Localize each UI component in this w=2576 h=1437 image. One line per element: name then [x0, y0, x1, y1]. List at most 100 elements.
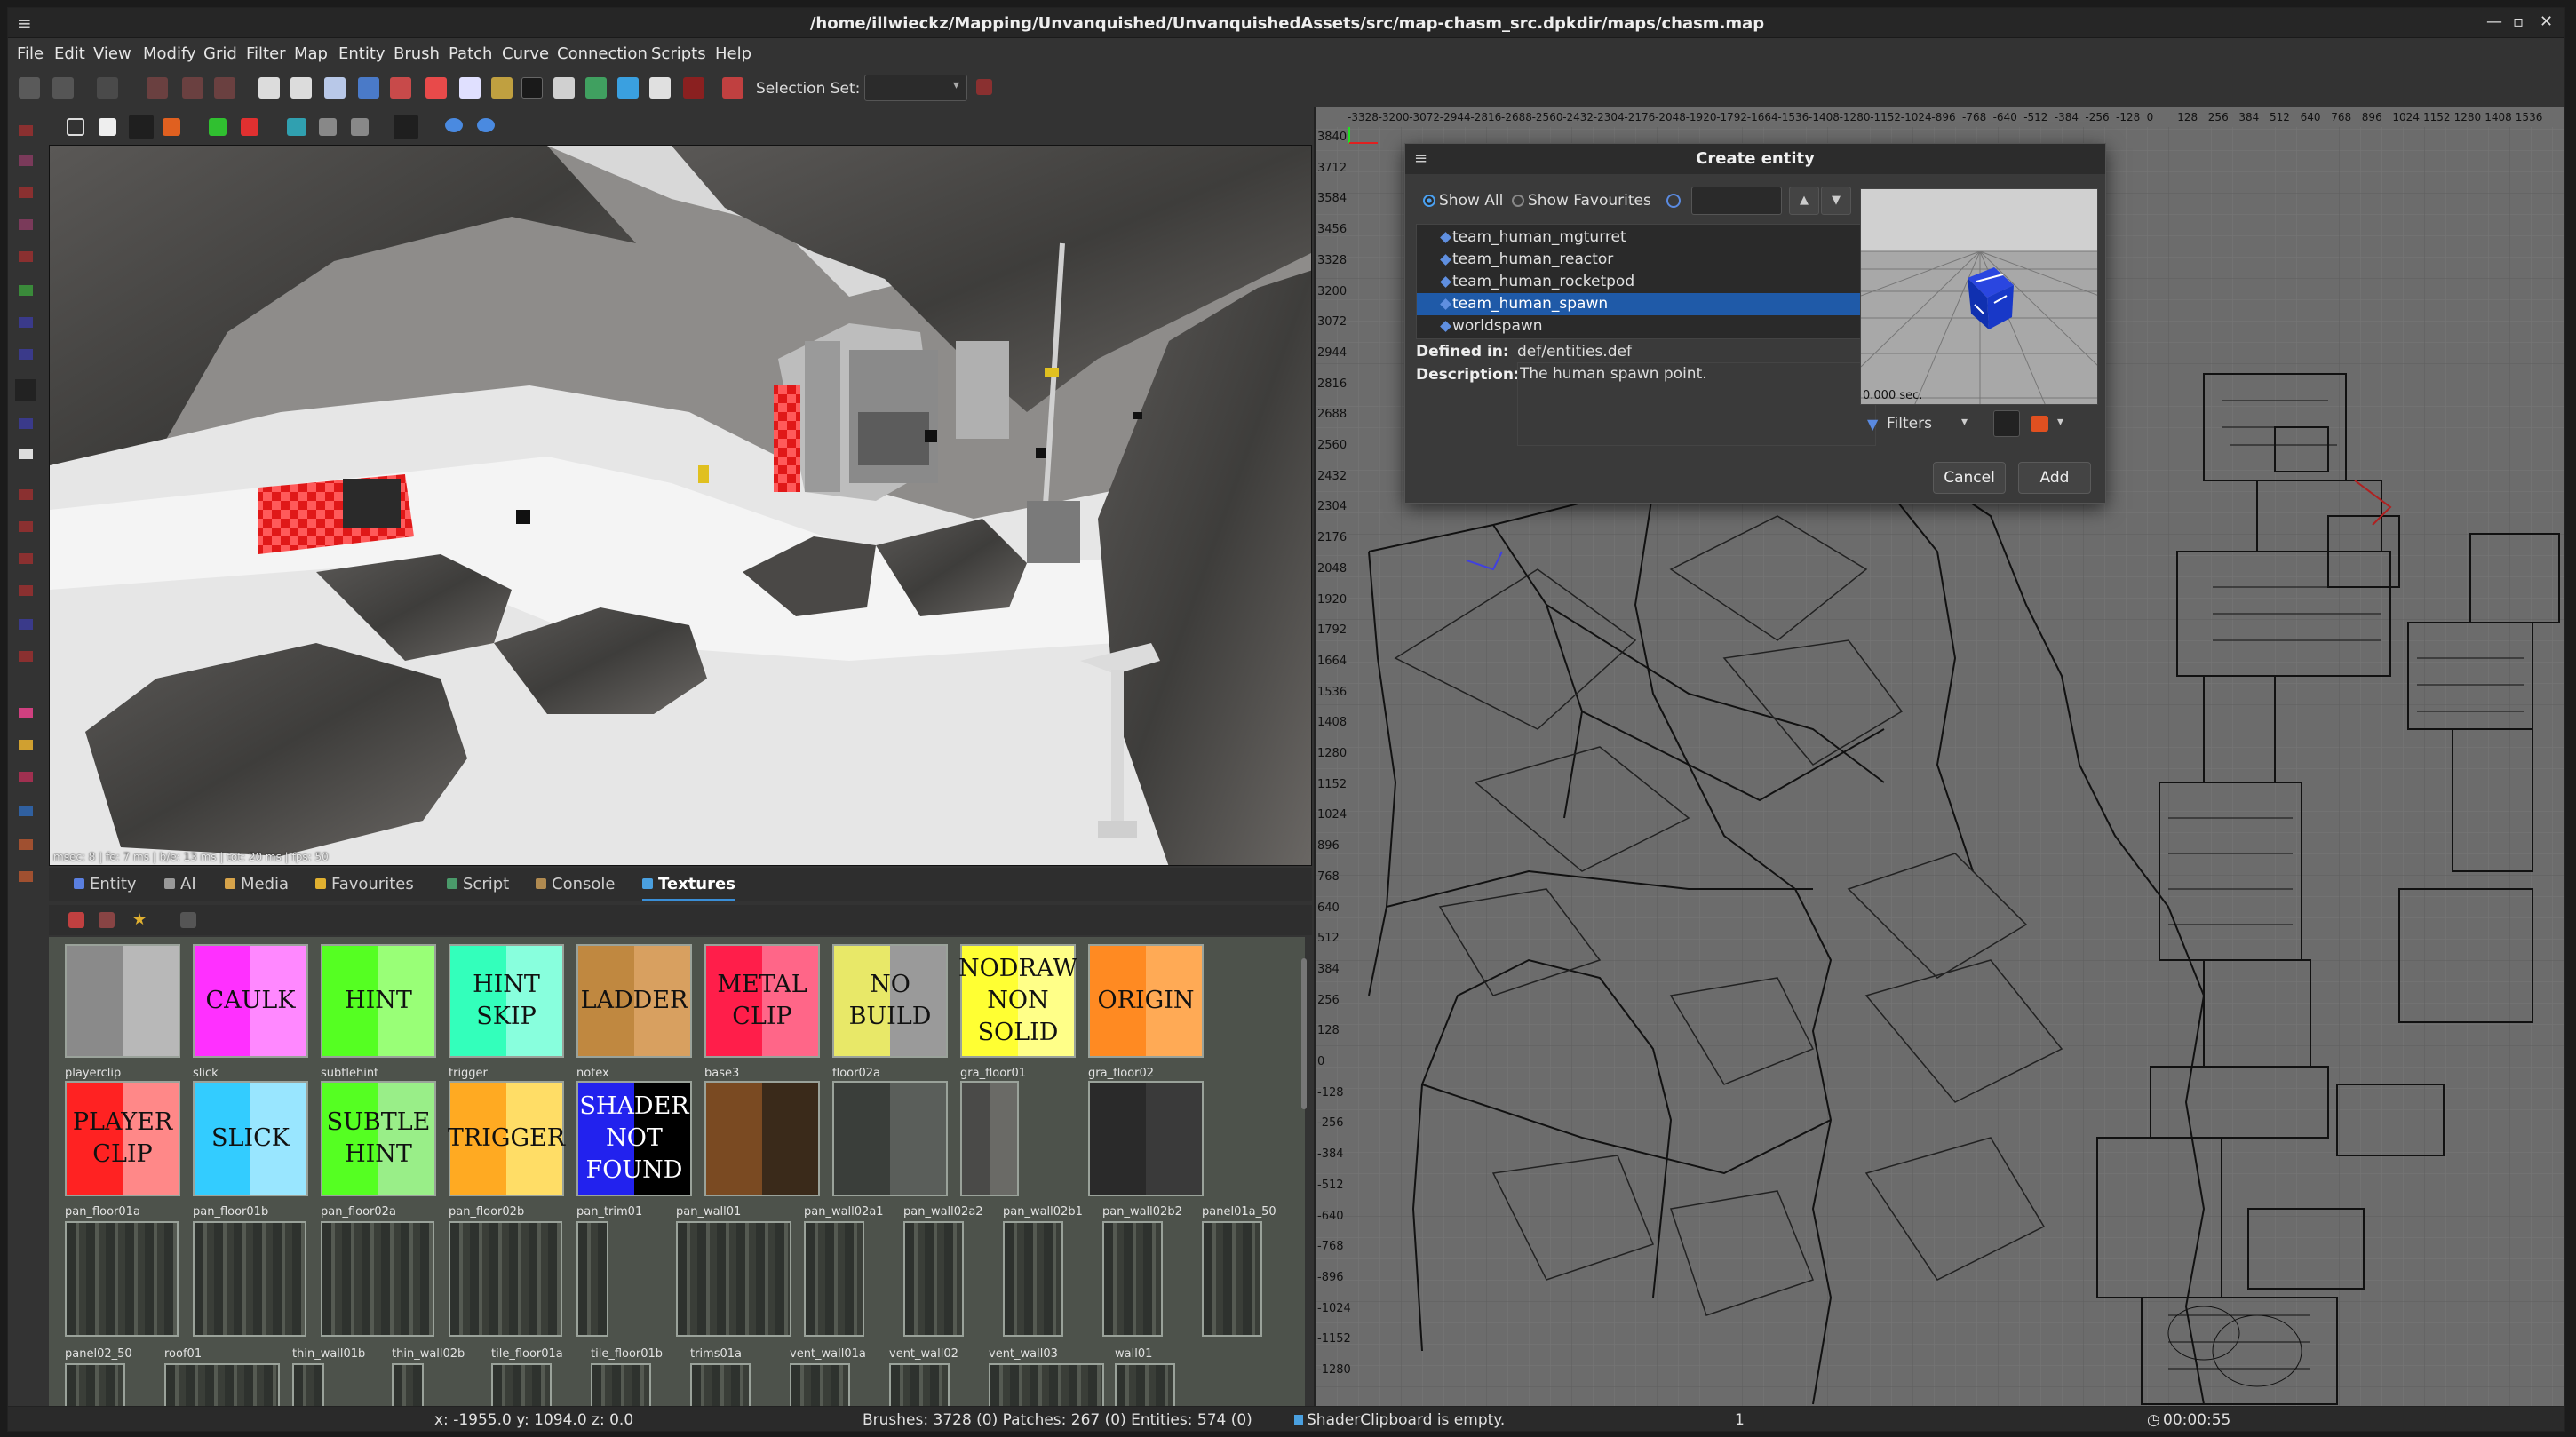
redo-icon[interactable] — [182, 77, 203, 99]
cancel-button[interactable]: Cancel — [1933, 462, 2006, 494]
paste-icon[interactable] — [290, 77, 312, 99]
tab-ai[interactable]: AI — [164, 875, 196, 893]
list-item[interactable]: team_human_rocketpod — [1417, 271, 1875, 293]
play-icon[interactable] — [209, 118, 227, 136]
texture-browser[interactable]: CAULK HINT HINT SKIP LADDER METAL CLIP NO BUI… — [49, 937, 1305, 1411]
filter-entity-icon[interactable] — [99, 118, 116, 136]
texture-tile[interactable] — [690, 1363, 751, 1411]
texture-tile[interactable] — [321, 1221, 434, 1337]
texture-tile[interactable] — [1202, 1221, 1262, 1337]
camera-view[interactable]: msec: 8 | fe: 7 ms | b/e: 13 ms | tot: 2… — [49, 145, 1312, 866]
texture-scrollbar[interactable] — [1301, 958, 1307, 1109]
texture-tile[interactable] — [65, 944, 180, 1058]
texture-view-icon[interactable] — [180, 912, 196, 928]
delete-selection-set-icon[interactable] — [976, 79, 992, 95]
texture-tile[interactable] — [1102, 1221, 1163, 1337]
cubic-clip-icon[interactable] — [683, 77, 704, 99]
search-icon[interactable] — [1666, 194, 1681, 208]
texture-tile[interactable] — [903, 1221, 964, 1337]
list-item[interactable]: team_human_mgturret — [1417, 226, 1875, 249]
hollow-icon[interactable] — [491, 77, 513, 99]
menu-connection[interactable]: Connection — [557, 44, 648, 63]
texture-tile[interactable]: SLICK — [193, 1081, 308, 1196]
texture-tile[interactable] — [591, 1363, 651, 1411]
texture-tile[interactable] — [676, 1221, 791, 1337]
entity-list[interactable]: team_human_mgturret team_human_reactor t… — [1416, 224, 1876, 339]
tab-media[interactable]: Media — [225, 875, 289, 893]
texture-tile[interactable] — [449, 1221, 562, 1337]
camera-icon[interactable] — [521, 77, 543, 99]
list-item[interactable]: worldspawn — [1417, 315, 1875, 337]
minimize-button[interactable]: — — [2486, 12, 2502, 31]
texture-lock-icon[interactable] — [585, 77, 607, 99]
selection-set-combo[interactable]: ▾ — [864, 75, 967, 101]
texture-tile[interactable] — [491, 1363, 552, 1411]
texture-tile[interactable]: METAL CLIP — [704, 944, 820, 1058]
menu-edit[interactable]: Edit — [54, 44, 85, 63]
list-item-selected[interactable]: team_human_spawn — [1417, 293, 1875, 315]
menu-curve[interactable]: Curve — [502, 44, 549, 63]
menu-file[interactable]: File — [17, 44, 44, 63]
import-icon[interactable] — [351, 118, 369, 136]
show-favourites-radio[interactable]: Show Favourites — [1512, 192, 1651, 210]
menu-entity[interactable]: Entity — [338, 44, 386, 63]
menu-filter[interactable]: Filter — [246, 44, 286, 63]
menu-grid[interactable]: Grid — [203, 44, 237, 63]
texture-tile[interactable]: HINT SKIP — [449, 944, 564, 1058]
scale-icon[interactable] — [390, 77, 411, 99]
texture-tile[interactable] — [392, 1363, 424, 1411]
export-icon[interactable] — [319, 118, 337, 136]
texture-tile[interactable]: ORIGIN — [1088, 944, 1204, 1058]
open-icon[interactable] — [52, 77, 74, 99]
copy-icon[interactable] — [258, 77, 280, 99]
texture-tile[interactable] — [989, 1363, 1104, 1411]
csg-icon[interactable] — [459, 77, 481, 99]
texture-tile[interactable]: TRIGGER — [448, 1081, 565, 1196]
build-icon[interactable] — [287, 118, 306, 136]
view-icon[interactable] — [553, 77, 575, 99]
menu-help[interactable]: Help — [715, 44, 751, 63]
region-icon[interactable] — [394, 115, 418, 139]
eye-icon[interactable] — [445, 118, 463, 132]
show-all-radio[interactable]: Show All — [1423, 192, 1503, 210]
tab-entity[interactable]: Entity — [74, 875, 137, 893]
menu-scripts[interactable]: Scripts — [651, 44, 706, 63]
texture-tile[interactable] — [1088, 1081, 1204, 1196]
filter-patch-icon[interactable] — [163, 118, 180, 136]
texture-tile[interactable] — [790, 1363, 850, 1411]
texture-tile[interactable] — [65, 1363, 125, 1411]
patch-icon[interactable] — [722, 77, 743, 99]
texture-tile[interactable] — [1115, 1363, 1175, 1411]
maximize-button[interactable]: ▫ — [2513, 12, 2524, 31]
entity-preview[interactable]: 0.000 sec. — [1860, 188, 2098, 405]
texture-tile[interactable] — [292, 1363, 324, 1411]
entity-search-input[interactable] — [1691, 187, 1782, 215]
add-button[interactable]: Add — [2018, 462, 2091, 494]
rotate-icon[interactable] — [358, 77, 379, 99]
texture-tile[interactable] — [576, 1221, 608, 1337]
tab-favourites[interactable]: Favourites — [315, 875, 414, 893]
lighting-icon[interactable] — [649, 77, 671, 99]
texture-tile[interactable] — [1003, 1221, 1063, 1337]
filter-world-icon[interactable] — [129, 115, 154, 139]
menu-brush[interactable]: Brush — [394, 44, 440, 63]
texture-tile[interactable]: NO BUILD — [832, 944, 948, 1058]
menu-map[interactable]: Map — [294, 44, 328, 63]
texture-tile[interactable] — [889, 1363, 950, 1411]
favourite-star-icon[interactable]: ★ — [132, 910, 150, 929]
tab-textures[interactable]: Textures — [642, 875, 735, 901]
chevron-down-icon[interactable]: ▾ — [1961, 415, 1968, 429]
menu-view[interactable]: View — [93, 44, 131, 63]
lighting-toggle-icon[interactable] — [2031, 416, 2048, 432]
texture-tile[interactable] — [832, 1081, 948, 1196]
clipper-icon[interactable] — [425, 77, 447, 99]
sort-down-button[interactable]: ▼ — [1821, 187, 1851, 215]
texture-tile[interactable] — [960, 1081, 1019, 1196]
texture-tile[interactable]: CAULK — [193, 944, 308, 1058]
dialog-menu-icon[interactable]: ≡ — [1414, 149, 1427, 168]
list-item[interactable]: team_human_reactor — [1417, 249, 1875, 271]
texture-tile[interactable]: NODRAW NON SOLID — [958, 944, 1077, 1058]
flip-icon[interactable] — [214, 77, 235, 99]
render-mode-button[interactable] — [1993, 410, 2020, 437]
menu-patch[interactable]: Patch — [449, 44, 492, 63]
